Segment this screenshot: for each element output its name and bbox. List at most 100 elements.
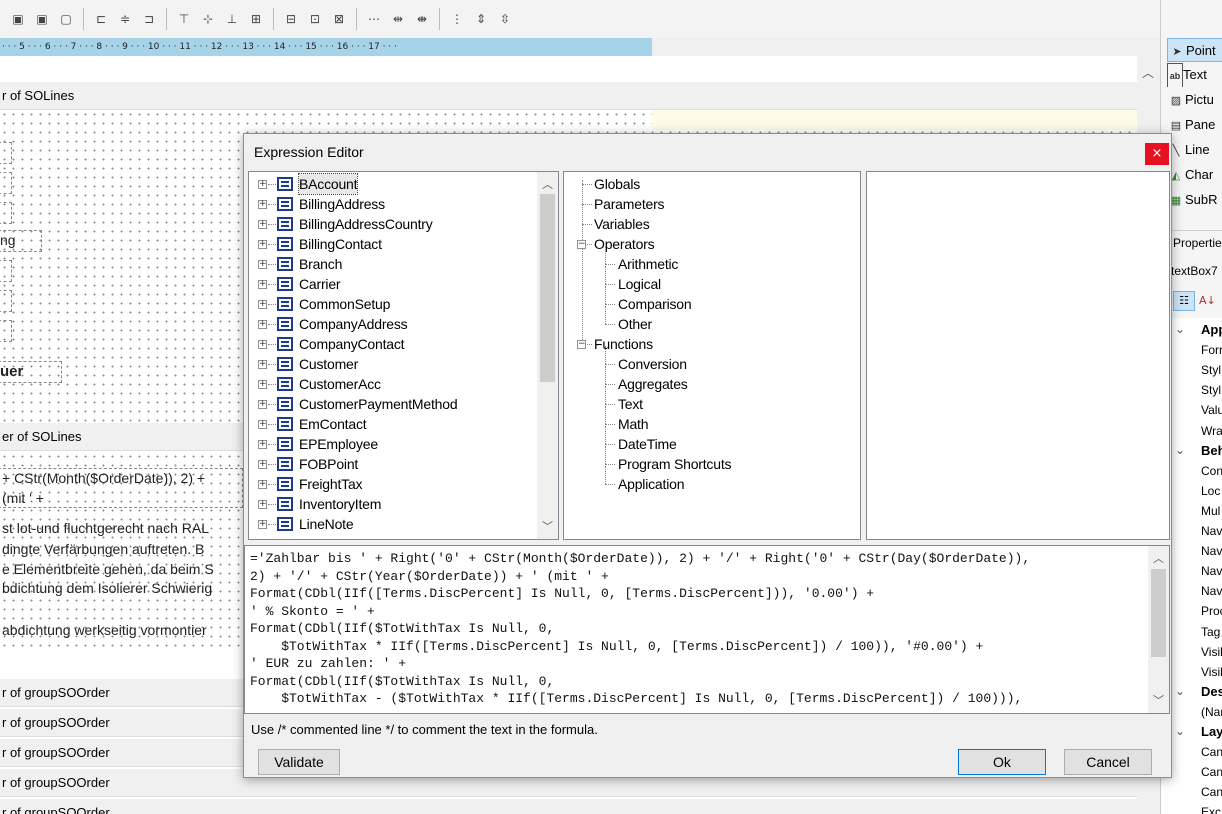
fields-scrollbar[interactable]: ︿ ﹀ xyxy=(537,172,558,539)
category-item[interactable]: Conversion xyxy=(618,354,687,374)
group-icon[interactable]: ▢ xyxy=(57,10,75,28)
tool-chart[interactable]: ◭ Char xyxy=(1167,163,1222,187)
property-row[interactable]: Can xyxy=(1201,762,1222,782)
field-item[interactable]: CommonSetup xyxy=(299,294,390,314)
field-item[interactable]: CompanyAddress xyxy=(299,314,408,334)
expand-node-icon[interactable]: + xyxy=(258,320,267,329)
expand-node-icon[interactable]: + xyxy=(258,180,267,189)
cancel-button[interactable]: Cancel xyxy=(1064,749,1152,775)
collapse-category-icon[interactable]: ⌄ xyxy=(1175,724,1185,738)
ok-button[interactable]: Ok xyxy=(958,749,1046,775)
property-row[interactable]: Con xyxy=(1201,461,1222,481)
items-panel[interactable] xyxy=(866,171,1170,540)
category-tree[interactable]: Globals Parameters Variables − Operators Arit… xyxy=(563,171,861,540)
expand-node-icon[interactable]: + xyxy=(258,480,267,489)
category-item[interactable]: Functions xyxy=(594,334,653,354)
collapse-category-icon[interactable]: ⌄ xyxy=(1175,684,1185,698)
property-row[interactable]: Mul xyxy=(1201,501,1220,521)
property-row[interactable]: Wra xyxy=(1201,421,1222,441)
collapse-node-icon[interactable]: − xyxy=(577,340,586,349)
field-item[interactable]: EPEmployee xyxy=(299,434,378,454)
category-item[interactable]: Other xyxy=(618,314,652,334)
report-textbox[interactable] xyxy=(0,142,12,164)
category-item[interactable]: Globals xyxy=(594,174,640,194)
scrollbar-thumb[interactable] xyxy=(540,194,555,382)
category-item[interactable]: Math xyxy=(618,414,649,434)
category-item[interactable]: Aggregates xyxy=(618,374,688,394)
horizontal-spacing-decrease-icon[interactable]: ⇼ xyxy=(413,10,431,28)
same-width-icon[interactable]: ⊟ xyxy=(282,10,300,28)
property-row[interactable]: Can xyxy=(1201,742,1222,762)
align-center-icon[interactable]: ≑ xyxy=(116,10,134,28)
collapse-category-icon[interactable]: ⌄ xyxy=(1175,443,1185,457)
property-row[interactable]: Proc xyxy=(1201,601,1222,621)
field-item[interactable]: BillingAddress xyxy=(299,194,385,214)
expand-node-icon[interactable]: + xyxy=(258,260,267,269)
fields-tree[interactable]: + BAccount + BillingAddress + BillingAddressC… xyxy=(248,171,559,540)
horizontal-spacing-equal-icon[interactable]: ⋯ xyxy=(365,10,383,28)
expand-node-icon[interactable]: + xyxy=(258,280,267,289)
expand-node-icon[interactable]: + xyxy=(258,340,267,349)
categorized-view-icon[interactable]: ☷ xyxy=(1173,291,1195,311)
category-item[interactable]: Text xyxy=(618,394,643,414)
property-category[interactable]: Lay xyxy=(1201,722,1222,742)
property-row[interactable]: Visil xyxy=(1201,662,1222,682)
expand-node-icon[interactable]: + xyxy=(258,200,267,209)
expression-textarea[interactable]: ='Zahlbar bis ' + Right('0' + CStr(Month… xyxy=(244,545,1170,714)
property-row[interactable]: Visil xyxy=(1201,642,1222,662)
property-row[interactable]: Exc xyxy=(1201,802,1221,814)
expand-node-icon[interactable]: + xyxy=(258,440,267,449)
property-row[interactable]: (Nar xyxy=(1201,702,1222,722)
same-height-icon[interactable]: ⊡ xyxy=(306,10,324,28)
align-middle-icon[interactable]: ⊹ xyxy=(199,10,217,28)
collapse-node-icon[interactable]: − xyxy=(577,240,586,249)
field-item[interactable]: CompanyContact xyxy=(299,334,405,354)
expand-node-icon[interactable]: + xyxy=(258,360,267,369)
field-item[interactable]: LineNote xyxy=(299,514,354,534)
category-item[interactable]: Operators xyxy=(594,234,655,254)
scroll-up-icon[interactable]: ︿ xyxy=(1142,64,1154,81)
band-header[interactable]: r of SOLines xyxy=(0,82,1137,110)
category-item[interactable]: Application xyxy=(618,474,684,494)
report-textbox[interactable] xyxy=(0,172,12,194)
property-row[interactable]: Nav xyxy=(1201,581,1222,601)
report-textbox[interactable] xyxy=(0,290,12,312)
tool-textbox[interactable]: ab Text xyxy=(1167,63,1222,87)
expand-node-icon[interactable]: + xyxy=(258,380,267,389)
vertical-spacing-equal-icon[interactable]: ⋮ xyxy=(448,10,466,28)
category-item[interactable]: Logical xyxy=(618,274,661,294)
expand-node-icon[interactable]: + xyxy=(258,520,267,529)
expand-node-icon[interactable]: + xyxy=(258,240,267,249)
expand-node-icon[interactable]: + xyxy=(258,300,267,309)
property-category[interactable]: Beh xyxy=(1201,441,1222,461)
collapse-category-icon[interactable]: ⌄ xyxy=(1175,322,1185,336)
field-item[interactable]: CustomerAcc xyxy=(299,374,381,394)
property-row[interactable]: Tag xyxy=(1201,622,1220,642)
report-textbox[interactable] xyxy=(0,260,12,282)
property-row[interactable]: Styl xyxy=(1201,360,1221,380)
field-item[interactable]: EmContact xyxy=(299,414,367,434)
tool-pointer[interactable]: ➤ Point xyxy=(1167,38,1222,62)
field-item[interactable]: CustomerPaymentMethod xyxy=(299,394,458,414)
tool-picture[interactable]: ▨ Pictu xyxy=(1167,88,1222,112)
same-size-icon[interactable]: ⊠ xyxy=(330,10,348,28)
horizontal-spacing-increase-icon[interactable]: ⇹ xyxy=(389,10,407,28)
field-item[interactable]: Customer xyxy=(299,354,358,374)
category-item[interactable]: Arithmetic xyxy=(618,254,678,274)
close-button[interactable]: × xyxy=(1145,143,1169,165)
category-item[interactable]: DateTime xyxy=(618,434,677,454)
property-category[interactable]: App xyxy=(1201,320,1222,340)
expand-node-icon[interactable]: + xyxy=(258,220,267,229)
band-group-footer[interactable]: r of groupSOOrder xyxy=(0,799,1137,814)
tool-subreport[interactable]: ▦ SubR xyxy=(1167,188,1222,212)
tool-line[interactable]: ╲ Line xyxy=(1167,138,1222,162)
category-item[interactable]: Parameters xyxy=(594,194,665,214)
vertical-spacing-increase-icon[interactable]: ⇕ xyxy=(472,10,490,28)
validate-button[interactable]: Validate xyxy=(258,749,340,775)
align-top-icon[interactable]: ⊤ xyxy=(175,10,193,28)
vertical-spacing-decrease-icon[interactable]: ⇳ xyxy=(496,10,514,28)
scrollbar-thumb[interactable] xyxy=(1151,569,1166,657)
category-item[interactable]: Comparison xyxy=(618,294,692,314)
alphabetical-sort-icon[interactable]: A↓ xyxy=(1199,291,1221,311)
scroll-down-icon[interactable]: ﹀ xyxy=(1150,692,1167,708)
